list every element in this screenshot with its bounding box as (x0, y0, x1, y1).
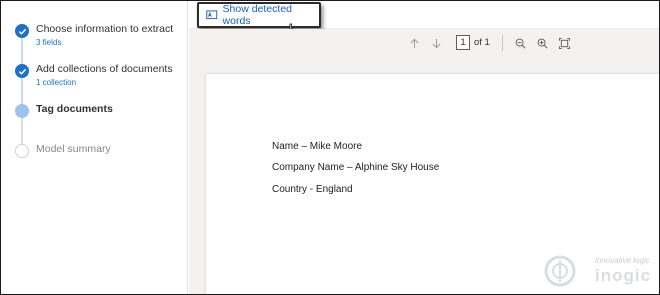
show-detected-words-label: Show detected words (222, 3, 292, 27)
page-count-label: of 1 (474, 37, 490, 48)
wizard-step-label: Tag documents (36, 103, 113, 115)
wizard-step-label: Choose information to extract (36, 23, 174, 35)
check-icon (15, 64, 29, 78)
watermark-tagline: innovative logic (595, 256, 650, 265)
nav-divider (502, 35, 503, 51)
show-detected-words-button[interactable]: Show detected words (197, 2, 321, 28)
app-frame: Choose information to extract 3 fields A… (1, 1, 659, 294)
viewer-nav-bar: 1 of 1 (189, 29, 659, 59)
watermark-brand: inogic (595, 266, 652, 285)
wizard-step-sub[interactable]: 3 fields (36, 38, 61, 47)
top-toolbar: Show detected words (189, 1, 659, 29)
check-icon (15, 24, 29, 38)
wizard-step-label: Model summary (36, 143, 111, 155)
fit-page-icon[interactable] (557, 36, 571, 50)
brand-watermark: innovative logic inogic (543, 254, 653, 290)
current-step-icon (15, 104, 29, 118)
arrow-up-icon[interactable] (407, 36, 421, 50)
pending-step-icon (15, 144, 29, 158)
page-number-input[interactable]: 1 (456, 35, 470, 50)
document-line-country[interactable]: Country - England (272, 184, 353, 195)
wizard-step-label: Add collections of documents (36, 63, 173, 75)
wizard-step-sub[interactable]: 1 collection (36, 78, 76, 87)
wizard-panel: Choose information to extract 3 fields A… (1, 1, 188, 294)
detected-words-icon (206, 9, 218, 21)
arrow-down-icon[interactable] (429, 36, 443, 50)
logo-icon (544, 255, 576, 287)
zoom-out-icon[interactable] (513, 36, 527, 50)
document-line-company[interactable]: Company Name – Alphine Sky House (272, 162, 439, 173)
zoom-in-icon[interactable] (535, 36, 549, 50)
document-line-name[interactable]: Name – Mike Moore (272, 141, 362, 152)
